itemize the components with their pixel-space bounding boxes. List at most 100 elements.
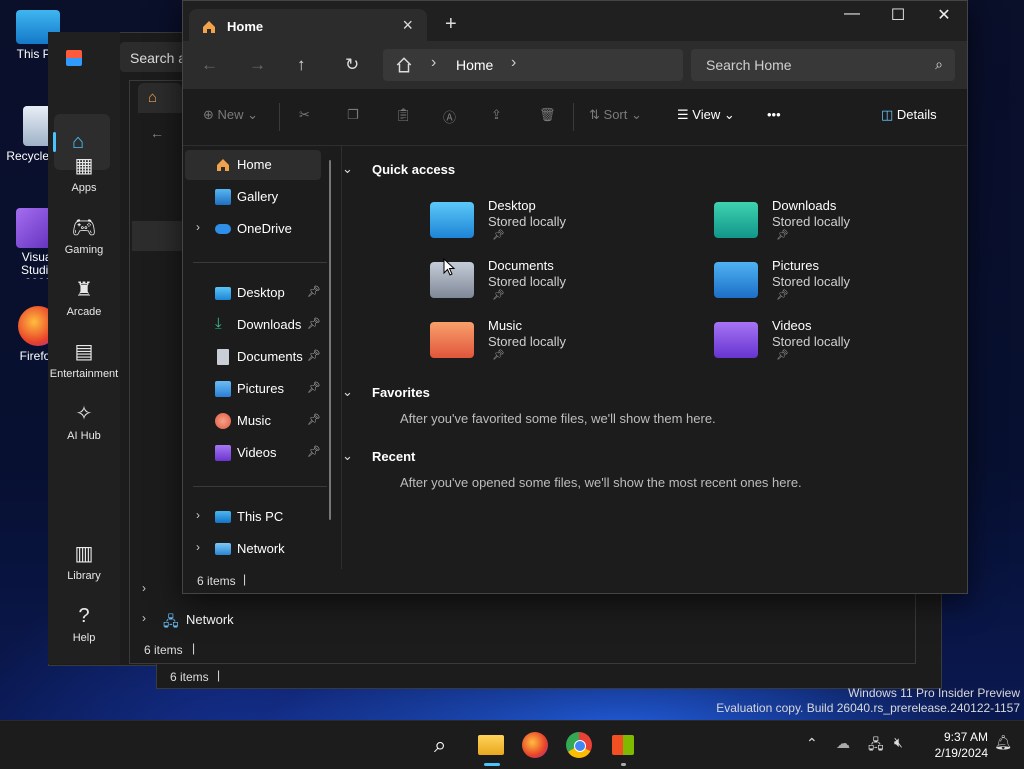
section-favorites[interactable]: ⌄ Favorites — [342, 384, 430, 400]
chevron-right-icon[interactable]: › — [196, 220, 200, 234]
store-rail-entertainment[interactable]: ▤ Entertainment — [48, 340, 120, 380]
chevron-down-icon: ⌄ — [342, 448, 353, 463]
gallery-icon — [215, 189, 231, 205]
sparkle-icon: ✧ — [75, 403, 93, 425]
minimize-button[interactable]: — — [829, 5, 875, 23]
refresh-button[interactable]: ↻ — [345, 55, 359, 75]
quick-access-item-documents[interactable]: Documents Stored locally 📌︎ — [430, 258, 690, 312]
copy-button[interactable]: ❐ — [347, 107, 359, 123]
download-folder-icon — [714, 202, 758, 238]
sidebar-item-network[interactable]: › Network — [185, 534, 321, 564]
divider — [573, 103, 574, 131]
search-icon[interactable]: ⌕ — [434, 731, 462, 759]
selection-indicator — [53, 132, 56, 152]
section-recent[interactable]: ⌄ Recent — [342, 448, 415, 464]
chevron-right-icon[interactable]: › — [511, 54, 516, 72]
store-rail-apps[interactable]: ▦ Apps — [48, 154, 120, 194]
more-options-button[interactable]: ••• — [767, 107, 781, 122]
sidebar-item-desktop[interactable]: Desktop 📌︎ — [185, 278, 321, 308]
cut-button[interactable]: ✂ — [299, 107, 310, 123]
pin-icon[interactable]: 📌︎ — [307, 349, 321, 362]
store-rail-gaming[interactable]: 🎮︎ Gaming — [48, 216, 120, 256]
sidebar-scrollbar[interactable] — [329, 160, 331, 520]
address-bar[interactable]: › Home › — [383, 49, 683, 81]
sidebar-item-pictures[interactable]: Pictures 📌︎ — [185, 374, 321, 404]
monitor-icon — [215, 511, 231, 523]
quick-access-item-downloads[interactable]: Downloads Stored locally 📌︎ — [714, 198, 974, 252]
section-quick-access[interactable]: ⌄ Quick access — [342, 161, 455, 177]
search-input[interactable]: Search Home ⌕ — [691, 49, 955, 81]
sidebar-item-documents[interactable]: Documents 📌︎ — [185, 342, 321, 372]
pin-icon: 📌︎ — [492, 290, 505, 301]
notification-bell-icon[interactable]: 🔔︎ — [994, 734, 1012, 751]
chevron-right-icon[interactable]: › — [196, 508, 200, 522]
back-button[interactable]: ← — [201, 55, 218, 75]
rename-button[interactable]: Ⓐ — [443, 107, 456, 126]
pin-icon[interactable]: 📌︎ — [307, 285, 321, 298]
home-icon: ⌂ — [72, 131, 85, 153]
chevron-right-icon: › — [142, 611, 146, 625]
back-arrow-icon: ← — [150, 125, 164, 141]
file-explorer-window[interactable]: Home × + — ☐ ✕ ← → ↑ ↻ › Home › Search H… — [182, 0, 968, 594]
sidebar-item-this-pc[interactable]: › This PC — [185, 502, 321, 532]
share-button[interactable]: ⇪ — [491, 107, 502, 123]
pin-icon[interactable]: 📌︎ — [307, 413, 321, 426]
forward-button[interactable]: → — [249, 55, 266, 75]
close-window-button[interactable]: ✕ — [921, 5, 967, 25]
breadcrumb-home[interactable]: Home — [456, 57, 493, 73]
view-button[interactable]: ☰ View ⌄ — [677, 107, 735, 123]
details-button[interactable]: ◫ Details — [881, 107, 937, 123]
sidebar-item-videos[interactable]: Videos 📌︎ — [185, 438, 321, 468]
paste-button[interactable]: 📋︎ — [395, 107, 412, 123]
download-icon: ⤓ — [215, 315, 222, 332]
sidebar-item-home[interactable]: Home — [185, 150, 321, 180]
chevron-up-icon[interactable]: ⌃ — [806, 735, 818, 752]
status-bar: 6 items | — [183, 569, 967, 593]
sidebar-item-downloads[interactable]: ⤓ Downloads 📌︎ — [185, 310, 321, 340]
view-list-icon: ☰ — [677, 107, 689, 122]
status-caret: | — [217, 668, 221, 682]
volume-muted-icon[interactable]: 🔇︎ — [894, 734, 903, 751]
pin-icon[interactable]: 📌︎ — [307, 317, 321, 330]
quick-access-item-videos[interactable]: Videos Stored locally 📌︎ — [714, 318, 974, 372]
store-rail-ai-hub[interactable]: ✧ AI Hub — [48, 402, 120, 442]
store-search-input[interactable]: Search a — [120, 42, 190, 72]
divider — [279, 103, 280, 131]
store-rail-arcade[interactable]: ♜ Arcade — [48, 278, 120, 318]
quick-access-item-desktop[interactable]: Desktop Stored locally 📌︎ — [430, 198, 690, 252]
quick-access-item-music[interactable]: Music Stored locally 📌︎ — [430, 318, 690, 372]
clapperboard-icon: ▤ — [74, 341, 94, 363]
delete-button[interactable]: 🗑︎ — [539, 107, 556, 123]
file-explorer-taskbar-icon[interactable] — [478, 731, 506, 766]
os-watermark: Windows 11 Pro Insider Preview Evaluatio… — [716, 686, 1020, 715]
status-caret: | — [243, 572, 247, 586]
quick-access-item-pictures[interactable]: Pictures Stored locally 📌︎ — [714, 258, 974, 312]
new-tab-button[interactable]: + — [445, 13, 457, 36]
share-icon: ⇪ — [491, 107, 502, 122]
favorites-empty-message: After you've favorited some files, we'll… — [400, 411, 716, 426]
pin-icon[interactable]: 📌︎ — [307, 445, 321, 458]
up-button[interactable]: ↑ — [297, 55, 306, 75]
navigation-pane: Home Gallery › OneDrive Desktop 📌︎ ⤓ Dow… — [183, 146, 342, 569]
maximize-button[interactable]: ☐ — [875, 5, 921, 25]
onedrive-tray-icon[interactable]: ☁ — [836, 735, 850, 752]
sort-button[interactable]: ⇅ Sort ⌄ — [589, 107, 642, 123]
sidebar-item-music[interactable]: Music 📌︎ — [185, 406, 321, 436]
store-rail-library[interactable]: ▥ Library — [48, 542, 120, 582]
network-tray-icon[interactable]: 🖧︎ — [868, 734, 884, 758]
store-taskbar-icon[interactable] — [610, 731, 638, 766]
divider — [193, 262, 327, 263]
chevron-right-icon[interactable]: › — [196, 540, 200, 554]
new-button[interactable]: ⊕ New ⌄ — [203, 107, 258, 123]
close-tab-icon[interactable]: × — [402, 15, 413, 36]
divider — [193, 486, 327, 487]
sidebar-item-gallery[interactable]: Gallery — [185, 182, 321, 212]
chevron-right-icon: › — [431, 54, 437, 71]
store-logo-icon — [66, 50, 82, 66]
store-rail-help[interactable]: ? Help — [48, 604, 120, 644]
clock[interactable]: 9:37 AM 2/19/2024 — [935, 729, 988, 761]
chrome-taskbar-icon[interactable] — [566, 732, 592, 758]
firefox-taskbar-icon[interactable] — [522, 732, 548, 758]
pin-icon[interactable]: 📌︎ — [307, 381, 321, 394]
sidebar-item-onedrive[interactable]: › OneDrive — [185, 214, 321, 244]
